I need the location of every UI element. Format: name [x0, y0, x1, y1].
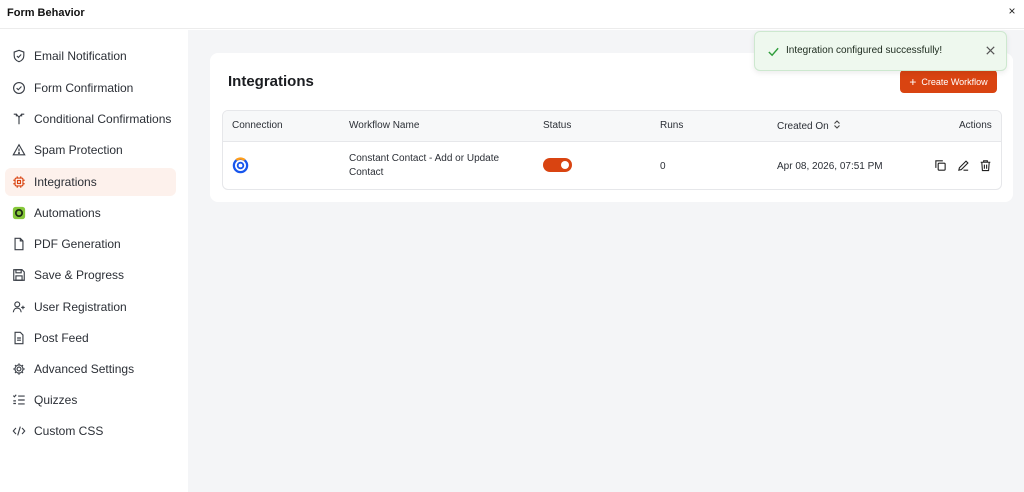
- page-title: Integrations: [228, 73, 314, 90]
- column-header-status: Status: [543, 120, 572, 131]
- top-bar: Form Behavior ×: [0, 0, 1024, 29]
- sidebar-item-user-registration[interactable]: User Registration: [5, 293, 176, 321]
- sidebar-item-label: Automations: [34, 206, 101, 220]
- toast-close-icon[interactable]: [984, 44, 997, 57]
- workflows-table: Connection Workflow Name Status Runs Cre…: [222, 110, 1002, 190]
- window-title: Form Behavior: [7, 7, 85, 19]
- column-header-created-on[interactable]: Created On: [777, 120, 841, 132]
- sidebar-item-label: Quizzes: [34, 393, 78, 407]
- column-header-actions: Actions: [959, 120, 992, 131]
- sidebar-item-label: User Registration: [34, 300, 127, 314]
- integration-chip-icon: [12, 175, 26, 189]
- shield-check-icon: [12, 49, 26, 63]
- runs-cell: 0: [660, 161, 666, 172]
- code-icon: [12, 424, 26, 438]
- toggle-knob: [561, 161, 569, 169]
- document-icon: [12, 237, 26, 251]
- sidebar-item-spam-protection[interactable]: Spam Protection: [5, 136, 176, 164]
- close-icon[interactable]: ×: [1005, 4, 1019, 18]
- constant-contact-logo-icon: [232, 157, 249, 174]
- gear-icon: [12, 362, 26, 376]
- sort-icon: [833, 120, 841, 131]
- sidebar-item-label: Custom CSS: [34, 424, 104, 438]
- workflow-name-cell: Constant Contact - Add or Update Contact: [349, 153, 500, 178]
- sidebar-item-integrations[interactable]: Integrations: [5, 168, 176, 196]
- sidebar-item-quizzes[interactable]: Quizzes: [5, 386, 176, 414]
- sidebar-item-label: Advanced Settings: [34, 362, 135, 376]
- sidebar: Email Notification Form Confirmation Con…: [0, 30, 188, 492]
- sidebar-item-label: Form Confirmation: [34, 81, 134, 95]
- success-toast: Integration configured successfully!: [754, 31, 1007, 71]
- sidebar-item-automations[interactable]: Automations: [5, 199, 176, 227]
- table-header: Connection Workflow Name Status Runs Cre…: [223, 111, 1001, 142]
- sidebar-item-post-feed[interactable]: Post Feed: [5, 324, 176, 352]
- main-content: Integrations + Create Workflow Connectio…: [188, 30, 1024, 492]
- duplicate-icon[interactable]: [934, 159, 947, 172]
- sidebar-item-label: Post Feed: [34, 331, 89, 345]
- warning-triangle-icon: [12, 143, 26, 157]
- user-plus-icon: [12, 300, 26, 314]
- edit-icon[interactable]: [957, 159, 970, 172]
- automations-icon: [12, 206, 26, 220]
- toast-message: Integration configured successfully!: [786, 45, 943, 56]
- check-icon: [767, 45, 780, 58]
- sidebar-item-label: Save & Progress: [34, 268, 125, 282]
- column-header-runs: Runs: [660, 120, 684, 131]
- created-on-cell: Apr 08, 2026, 07:51 PM: [777, 161, 883, 172]
- branch-icon: [12, 112, 26, 126]
- quiz-list-icon: [12, 393, 26, 407]
- sidebar-item-pdf-generation[interactable]: PDF Generation: [5, 230, 176, 258]
- create-workflow-label: Create Workflow: [921, 76, 988, 87]
- sidebar-item-form-confirmation[interactable]: Form Confirmation: [5, 74, 176, 102]
- sidebar-item-advanced-settings[interactable]: Advanced Settings: [5, 355, 176, 383]
- check-circle-icon: [12, 81, 26, 95]
- sidebar-item-label: Integrations: [34, 175, 97, 189]
- created-on-label: Created On: [777, 121, 829, 132]
- save-icon: [12, 268, 26, 282]
- sidebar-item-save-progress[interactable]: Save & Progress: [5, 261, 176, 289]
- sidebar-item-email-notification[interactable]: Email Notification: [5, 42, 176, 70]
- column-header-workflow-name: Workflow Name: [349, 120, 420, 131]
- create-workflow-button[interactable]: + Create Workflow: [900, 70, 997, 93]
- sidebar-item-label: PDF Generation: [34, 237, 121, 251]
- sidebar-item-label: Email Notification: [34, 49, 127, 63]
- sidebar-item-label: Spam Protection: [34, 143, 123, 157]
- integrations-card: Integrations + Create Workflow Connectio…: [210, 53, 1013, 202]
- sidebar-item-custom-css[interactable]: Custom CSS: [5, 417, 176, 445]
- status-toggle[interactable]: [543, 158, 572, 172]
- sidebar-item-label: Conditional Confirmations: [34, 112, 172, 126]
- trash-icon[interactable]: [979, 159, 992, 172]
- column-header-connection: Connection: [232, 120, 283, 131]
- plus-icon: +: [909, 74, 917, 89]
- sidebar-item-conditional-confirmations[interactable]: Conditional Confirmations: [5, 105, 176, 133]
- post-feed-icon: [12, 331, 26, 345]
